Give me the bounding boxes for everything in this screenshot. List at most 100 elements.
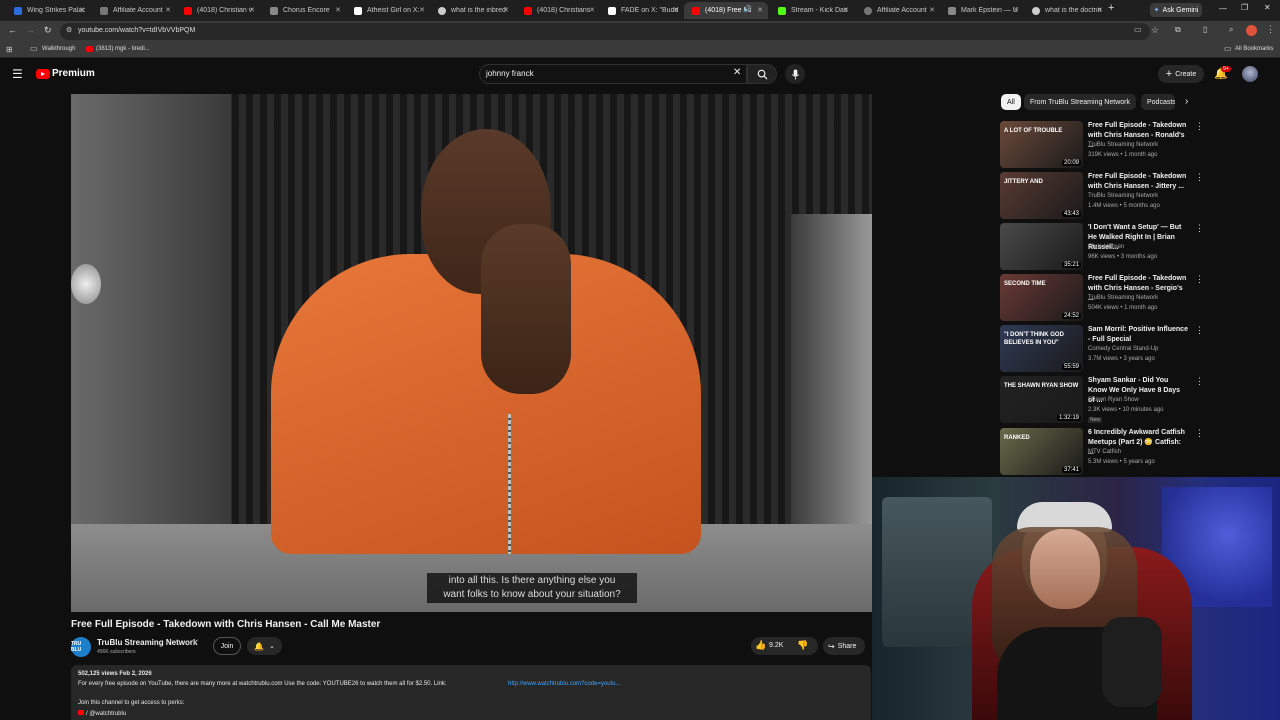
like-button[interactable]: 👍 xyxy=(755,640,766,651)
clear-search-icon[interactable]: ✕ xyxy=(733,67,741,78)
forward-arrow-icon[interactable]: → xyxy=(26,25,35,35)
bookmark-mgk[interactable]: (3813) mgk - tiredi... xyxy=(96,46,150,52)
browser-tab[interactable]: Chorus Encore ✕ xyxy=(262,2,346,19)
recommendation-channel[interactable]: MTV Catfish xyxy=(1088,449,1121,455)
tab-close-icon[interactable]: ✕ xyxy=(165,6,171,14)
like-count[interactable]: 9.2K xyxy=(769,642,783,649)
browser-tab[interactable]: Affiliate Account ✕ xyxy=(92,2,176,19)
recommendation-thumbnail[interactable]: SECOND TIME 24:52 xyxy=(1000,274,1083,321)
tab-close-icon[interactable]: ✕ xyxy=(1097,6,1103,14)
browser-tab[interactable]: Stream - Kick Das ✕ xyxy=(770,2,854,19)
subscribed-button[interactable]: 🔔 ⌄ xyxy=(247,637,282,655)
join-button[interactable]: Join xyxy=(213,637,241,655)
tab-close-icon[interactable]: ✕ xyxy=(589,6,595,14)
recommendation-thumbnail[interactable]: JITTERY AND 43:43 xyxy=(1000,172,1083,219)
recommendation-thumbnail[interactable]: THE SHAWN RYAN SHOW 1:32:19 xyxy=(1000,376,1083,423)
voice-search-button[interactable] xyxy=(785,64,805,84)
recommendation-item[interactable]: SECOND TIME 24:52 Free Full Episode - Take… xyxy=(1000,274,1206,322)
chip-podcasts[interactable]: Podcasts xyxy=(1141,94,1175,110)
share-button[interactable]: ↪ Share xyxy=(823,637,865,655)
tab-close-icon[interactable]: ✕ xyxy=(673,6,679,14)
browser-tab[interactable]: FADE on X: "Budd ✕ xyxy=(600,2,684,19)
more-options-icon[interactable]: ⋮ xyxy=(1195,325,1204,336)
tab-close-icon[interactable]: ✕ xyxy=(843,6,849,14)
browser-menu-icon[interactable]: ⋮ xyxy=(1266,24,1275,35)
browser-tab[interactable]: what is the inbred ✕ xyxy=(430,2,514,19)
url-text[interactable]: youtube.com/watch?v=tdIVbVVbPQM xyxy=(78,27,195,34)
recommendation-channel[interactable]: TruBlu Streaming Network xyxy=(1088,142,1158,148)
more-options-icon[interactable]: ⋮ xyxy=(1195,274,1204,285)
recommendation-channel[interactable]: TruBlu Streaming Network xyxy=(1088,295,1158,301)
recommendation-channel[interactable]: Chris Hansen xyxy=(1088,244,1124,250)
tab-close-icon[interactable]: ✕ xyxy=(929,6,935,14)
address-bar[interactable] xyxy=(60,23,1150,40)
bookmark-walkthrough[interactable]: Walkthrough xyxy=(42,46,75,52)
new-tab-button[interactable]: + xyxy=(1108,2,1114,14)
browser-tab[interactable]: (4018) Christian v ✕ xyxy=(176,2,260,19)
video-player[interactable] xyxy=(71,94,872,612)
tab-close-icon[interactable]: ✕ xyxy=(419,6,425,14)
more-options-icon[interactable]: ⋮ xyxy=(1195,428,1204,439)
profile-avatar[interactable] xyxy=(1246,25,1257,36)
more-options-icon[interactable]: ⋮ xyxy=(1195,121,1204,132)
chips-next-chevron-icon[interactable]: › xyxy=(1185,96,1188,107)
tab-close-icon[interactable]: ✕ xyxy=(249,6,255,14)
tab-close-icon[interactable]: ✕ xyxy=(503,6,509,14)
recommendation-item[interactable]: 35:21 'I Don't Want a Setup' — But He Wal… xyxy=(1000,223,1206,271)
site-info-icon[interactable]: ⚙ xyxy=(66,26,72,34)
apps-grid-icon[interactable]: ⊞ xyxy=(6,45,13,54)
search-input[interactable]: johnny franck xyxy=(486,69,534,78)
chip-trublu[interactable]: From TruBlu Streaming Network xyxy=(1024,94,1136,110)
bookmark-star-icon[interactable]: ☆ xyxy=(1151,25,1159,36)
channel-avatar[interactable]: TRU BLU xyxy=(71,637,91,657)
youtube-logo[interactable]: Premium xyxy=(36,68,95,79)
recommendation-channel[interactable]: Comedy Central Stand-Up xyxy=(1088,346,1158,352)
tab-audio-icon[interactable]: 🔊 xyxy=(743,5,752,13)
recommendation-channel[interactable]: Shawn Ryan Show xyxy=(1088,397,1139,403)
tab-close-icon[interactable]: ✕ xyxy=(1013,6,1019,14)
browser-tab[interactable]: what is the doctrin ✕ xyxy=(1024,2,1108,19)
recommendation-title[interactable]: Sam Morril: Positive Influence - Full Sp… xyxy=(1088,325,1188,345)
recommendation-channel[interactable]: TruBlu Streaming Network xyxy=(1088,193,1158,199)
search-button[interactable] xyxy=(747,64,777,84)
hamburger-menu-icon[interactable]: ☰ xyxy=(12,67,23,81)
cast-icon[interactable]: ▭ xyxy=(1134,25,1142,34)
recommendation-item[interactable]: JITTERY AND 43:43 Free Full Episode - Take… xyxy=(1000,172,1206,220)
reload-icon[interactable]: ↻ xyxy=(44,25,52,36)
more-options-icon[interactable]: ⋮ xyxy=(1195,172,1204,183)
recommendation-item[interactable]: "I DON'T THINK GOD BELIEVES IN YOU" 55:59… xyxy=(1000,325,1206,373)
tab-close-icon[interactable]: ✕ xyxy=(79,6,85,14)
recommendation-thumbnail[interactable]: 35:21 xyxy=(1000,223,1083,270)
video-description[interactable]: 502,125 views Feb 2, 2026 For every free… xyxy=(71,665,871,720)
description-handle[interactable]: / @watchtrublu xyxy=(78,710,126,717)
more-options-icon[interactable]: ⋮ xyxy=(1195,223,1204,234)
tab-search-icon[interactable]: ⌕ xyxy=(1229,25,1233,35)
browser-tab-active[interactable]: (4018) Free Fu 🔊 ✕ xyxy=(684,2,768,19)
dislike-button[interactable]: 👎 xyxy=(797,640,808,651)
create-button[interactable]: + Create xyxy=(1158,65,1204,83)
minimize-window-icon[interactable]: — xyxy=(1219,4,1227,13)
recommendation-title[interactable]: Free Full Episode - Takedown with Chris … xyxy=(1088,172,1188,192)
chip-all[interactable]: All xyxy=(1001,94,1021,110)
extensions-icon[interactable]: ⧉ xyxy=(1175,25,1181,35)
recommendation-item[interactable]: RANKED 37:41 6 Incredibly Awkward Catfish … xyxy=(1000,428,1206,476)
browser-tab[interactable]: Wing Strikes Palac ✕ xyxy=(6,2,90,19)
channel-name[interactable]: TruBlu Streaming Network xyxy=(97,638,197,647)
browser-tab[interactable]: Atheist Girl on X: ✕ xyxy=(346,2,430,19)
browser-tab[interactable]: (4018) Christians ✕ xyxy=(516,2,600,19)
description-link[interactable]: http://www.watchtrublu.com?code=youtu... xyxy=(508,681,621,687)
recommendation-thumbnail[interactable]: RANKED 37:41 xyxy=(1000,428,1083,475)
recommendation-thumbnail[interactable]: "I DON'T THINK GOD BELIEVES IN YOU" 55:59 xyxy=(1000,325,1083,372)
browser-tab[interactable]: Affiliate Account ✕ xyxy=(856,2,940,19)
restore-window-icon[interactable]: ❐ xyxy=(1241,3,1248,12)
close-window-icon[interactable]: ✕ xyxy=(1264,3,1271,12)
tab-close-icon[interactable]: ✕ xyxy=(335,6,341,14)
back-arrow-icon[interactable]: ← xyxy=(8,25,17,35)
recommendation-item[interactable]: A LOT OF TROUBLE 20:09 Free Full Episode -… xyxy=(1000,121,1206,169)
tab-close-icon[interactable]: ✕ xyxy=(757,6,763,14)
recommendation-item[interactable]: THE SHAWN RYAN SHOW 1:32:19 Shyam Sankar -… xyxy=(1000,376,1206,424)
account-avatar[interactable] xyxy=(1242,66,1258,82)
browser-tab[interactable]: Mark Epstein — U ✕ xyxy=(940,2,1024,19)
ask-gemini-button[interactable]: ✦ Ask Gemini xyxy=(1150,3,1202,17)
more-options-icon[interactable]: ⋮ xyxy=(1195,376,1204,387)
